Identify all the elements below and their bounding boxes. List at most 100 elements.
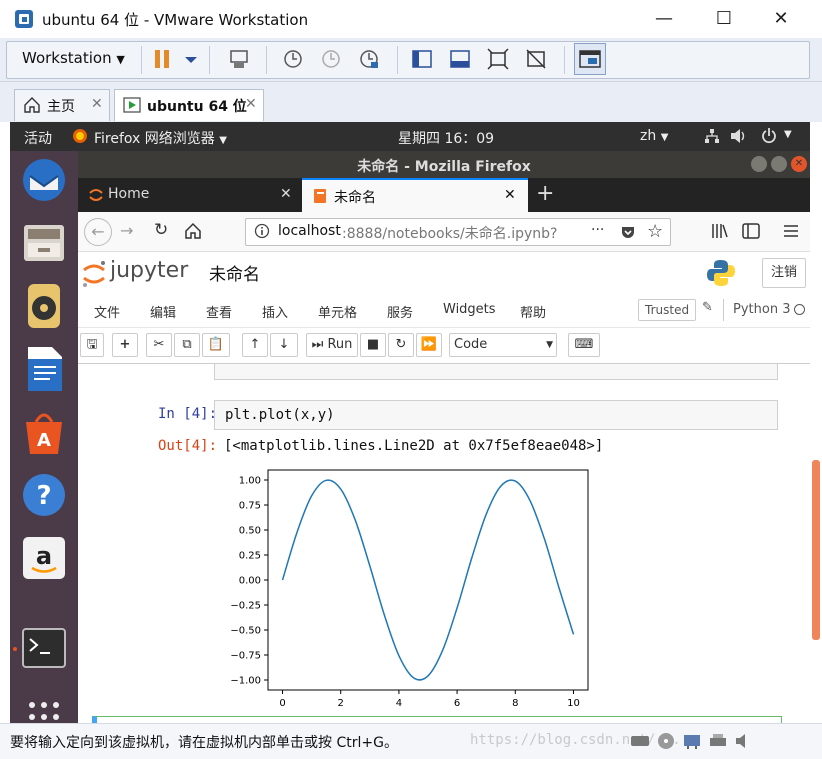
reload-icon[interactable]: ↻ xyxy=(154,220,168,240)
menu-kernel[interactable]: 服务 xyxy=(387,302,413,321)
home-icon[interactable] xyxy=(184,222,202,244)
code-cell-input[interactable]: plt.plot(x,y) xyxy=(214,400,778,430)
guest-screen[interactable]: 活动 Firefox 网络浏览器 ▼ 星期四 16：09 zh ▼ ▼ A ? … xyxy=(10,122,810,723)
firefox-title-bar: 未命名 - Mozilla Firefox ✕ xyxy=(78,151,810,178)
restart-icon[interactable]: ↻ xyxy=(388,333,414,357)
tab-untitled[interactable]: 未命名 ✕ xyxy=(302,178,528,212)
fullscreen-icon[interactable] xyxy=(487,48,509,70)
hamburger-menu-icon[interactable] xyxy=(782,222,800,244)
menu-insert[interactable]: 插入 xyxy=(262,302,288,321)
menu-view[interactable]: 查看 xyxy=(206,302,232,321)
back-arrow-icon[interactable]: ← xyxy=(84,218,112,246)
pocket-icon[interactable] xyxy=(620,224,636,244)
library-icon[interactable] xyxy=(711,222,729,244)
power-dropdown-icon[interactable] xyxy=(180,48,202,70)
close-tab-icon[interactable]: ✕ xyxy=(245,96,257,112)
bookmark-star-icon[interactable]: ☆ xyxy=(647,221,663,242)
page-actions-icon[interactable]: ··· xyxy=(591,222,604,238)
maximize-button[interactable]: ☐ xyxy=(711,6,737,32)
jupyter-header: jupyter 未命名 注销 xyxy=(78,252,810,292)
show-applications-icon[interactable] xyxy=(20,693,68,723)
move-down-icon[interactable]: ↓ xyxy=(270,333,298,357)
menu-file[interactable]: 文件 xyxy=(94,302,120,321)
unity-mode-icon[interactable] xyxy=(525,48,547,70)
sidebar-icon[interactable] xyxy=(742,222,760,244)
notebook-body[interactable]: plt.plot(x,y) In [4]: Out[4]: [<matplotl… xyxy=(78,364,810,723)
thunderbird-icon[interactable] xyxy=(20,156,68,204)
help-icon[interactable]: ? xyxy=(20,471,68,519)
cut-icon[interactable]: ✂ xyxy=(146,333,172,357)
x-tick-label: 4 xyxy=(396,698,402,709)
close-button[interactable]: ✕ xyxy=(768,6,794,32)
ubuntu-software-icon[interactable]: A xyxy=(20,408,68,456)
thumbnail-view-button[interactable] xyxy=(574,43,606,75)
copy-icon[interactable]: ⧉ xyxy=(174,333,200,357)
network-adapter-icon[interactable] xyxy=(682,731,702,755)
forward-arrow-icon[interactable]: → xyxy=(120,221,133,240)
pause-icon[interactable] xyxy=(152,48,174,70)
send-keys-icon[interactable] xyxy=(228,48,250,70)
move-up-icon[interactable]: ↑ xyxy=(242,333,268,357)
workstation-menu[interactable]: Workstation ▼ xyxy=(22,49,125,67)
network-icon[interactable] xyxy=(704,128,720,148)
clock[interactable]: 星期四 16：09 xyxy=(398,128,494,148)
next-cell-selected[interactable] xyxy=(92,716,782,723)
app-menu[interactable]: Firefox 网络浏览器 ▼ xyxy=(94,128,227,148)
maximize-button[interactable] xyxy=(771,156,787,172)
previous-cell-input[interactable] xyxy=(214,364,778,380)
minimize-button[interactable] xyxy=(751,156,767,172)
close-tab-icon[interactable]: ✕ xyxy=(91,96,103,112)
info-icon[interactable] xyxy=(254,223,270,243)
run-button[interactable]: ⏭ Run xyxy=(306,333,358,357)
close-tab-icon[interactable]: ✕ xyxy=(280,186,292,202)
close-tab-icon[interactable]: ✕ xyxy=(504,187,516,203)
command-palette-icon[interactable]: ⌨ xyxy=(568,333,600,357)
terminal-icon[interactable] xyxy=(20,625,68,673)
vmware-window-title: ubuntu 64 位 - VMware Workstation xyxy=(42,11,309,29)
tab-home[interactable]: 主页 ✕ xyxy=(14,89,110,121)
console-view-icon[interactable] xyxy=(449,48,471,70)
input-method-indicator[interactable]: zh ▼ xyxy=(640,128,668,144)
tab-ubuntu[interactable]: ubuntu 64 位 ✕ xyxy=(114,89,264,121)
add-cell-icon[interactable]: + xyxy=(112,333,138,357)
jupyter-logo-icon[interactable] xyxy=(82,260,106,292)
menu-help[interactable]: 帮助 xyxy=(520,302,546,321)
tab-home[interactable]: Home ✕ xyxy=(78,178,302,212)
library-icon[interactable] xyxy=(411,48,433,70)
files-icon[interactable] xyxy=(20,219,68,267)
volume-icon[interactable] xyxy=(730,128,748,148)
trusted-indicator[interactable]: Trusted xyxy=(638,299,697,321)
new-tab-icon[interactable]: + xyxy=(536,181,554,206)
menu-cell[interactable]: 单元格 xyxy=(318,302,357,321)
notebook-name[interactable]: 未命名 xyxy=(209,260,260,285)
restart-run-all-icon[interactable]: ⏩ xyxy=(416,333,442,357)
sound-card-icon[interactable] xyxy=(734,731,754,755)
gnome-top-bar: 活动 Firefox 网络浏览器 ▼ 星期四 16：09 zh ▼ ▼ xyxy=(10,122,810,151)
minimize-button[interactable]: — xyxy=(651,6,677,32)
amazon-icon[interactable]: a xyxy=(20,534,68,582)
edit-pencil-icon[interactable]: ✎ xyxy=(702,300,713,315)
save-icon[interactable]: 🖫 xyxy=(80,333,104,357)
snapshot-manager-icon[interactable] xyxy=(358,48,380,70)
libreoffice-writer-icon[interactable] xyxy=(20,345,68,393)
printer-icon[interactable] xyxy=(708,731,728,755)
close-button[interactable]: ✕ xyxy=(791,156,807,172)
cell-type-select[interactable]: Code ▼ xyxy=(449,333,557,357)
workstation-menu-label: Workstation xyxy=(22,49,112,67)
snapshot-icon[interactable] xyxy=(282,48,304,70)
host-scrollbar-thumb[interactable] xyxy=(812,460,820,640)
paste-icon[interactable]: 📋 xyxy=(202,333,230,357)
logout-button[interactable]: 注销 xyxy=(762,258,806,288)
url-bar[interactable]: localhost :8888/notebooks/未命名.ipynb? ···… xyxy=(245,218,671,246)
power-icon[interactable] xyxy=(760,127,778,149)
menu-widgets[interactable]: Widgets xyxy=(443,302,496,317)
stop-icon[interactable]: ■ xyxy=(360,333,386,357)
cd-drive-icon[interactable] xyxy=(656,731,676,755)
activities-button[interactable]: 活动 xyxy=(24,128,52,148)
hard-disk-icon[interactable] xyxy=(630,732,650,754)
rhythmbox-icon[interactable] xyxy=(20,282,68,330)
running-indicator xyxy=(13,647,17,651)
menu-edit[interactable]: 编辑 xyxy=(150,302,176,321)
chevron-down-icon[interactable]: ▼ xyxy=(784,129,792,140)
revert-snapshot-icon[interactable] xyxy=(320,48,342,70)
